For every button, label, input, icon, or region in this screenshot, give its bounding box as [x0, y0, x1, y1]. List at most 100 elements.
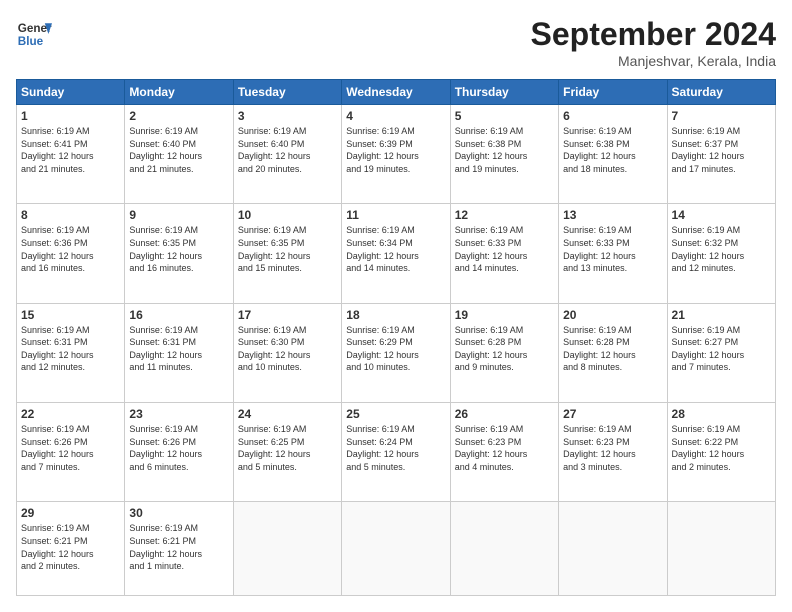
- calendar-cell: 22Sunrise: 6:19 AM Sunset: 6:26 PM Dayli…: [17, 403, 125, 502]
- day-number: 3: [238, 109, 337, 123]
- day-number: 9: [129, 208, 228, 222]
- day-number: 10: [238, 208, 337, 222]
- day-number: 20: [563, 308, 662, 322]
- svg-text:Blue: Blue: [18, 35, 44, 48]
- weekday-header: Thursday: [450, 80, 558, 105]
- weekday-header: Friday: [559, 80, 667, 105]
- calendar-cell: 28 Sunrise: 6:19 AM Sunset: 6:22 PM Dayli…: [667, 403, 775, 502]
- logo-icon: General Blue: [16, 16, 52, 52]
- calendar-cell: [450, 502, 558, 596]
- calendar-cell: 19 Sunrise: 6:19 AM Sunset: 6:28 PM Dayli…: [450, 303, 558, 402]
- day-number: 16: [129, 308, 228, 322]
- day-info: Sunrise: 6:19 AM Sunset: 6:37 PM Dayligh…: [672, 125, 771, 175]
- calendar-cell: 23 Sunrise: 6:19 AM Sunset: 6:26 PM Dayli…: [125, 403, 233, 502]
- day-info: Sunrise: 6:19 AM Sunset: 6:28 PM Dayligh…: [455, 324, 554, 374]
- day-number: 12: [455, 208, 554, 222]
- calendar-cell: 16 Sunrise: 6:19 AM Sunset: 6:31 PM Dayli…: [125, 303, 233, 402]
- month-title: September 2024: [531, 16, 776, 53]
- calendar-cell: 29 Sunrise: 6:19 AM Sunset: 6:21 PM Dayli…: [17, 502, 125, 596]
- day-info: Sunrise: 6:19 AM Sunset: 6:41 PM Dayligh…: [21, 125, 120, 175]
- day-info: Sunrise: 6:19 AM Sunset: 6:28 PM Dayligh…: [563, 324, 662, 374]
- calendar-cell: 9 Sunrise: 6:19 AM Sunset: 6:35 PM Daylig…: [125, 204, 233, 303]
- day-number: 18: [346, 308, 445, 322]
- day-info: Sunrise: 6:19 AM Sunset: 6:22 PM Dayligh…: [672, 423, 771, 473]
- day-info: Sunrise: 6:19 AM Sunset: 6:38 PM Dayligh…: [563, 125, 662, 175]
- calendar-cell: 11Sunrise: 6:19 AM Sunset: 6:34 PM Dayli…: [342, 204, 450, 303]
- day-info: Sunrise: 6:19 AM Sunset: 6:35 PM Dayligh…: [129, 224, 228, 274]
- calendar-cell: 30 Sunrise: 6:19 AM Sunset: 6:21 PM Dayli…: [125, 502, 233, 596]
- calendar-cell: 13 Sunrise: 6:19 AM Sunset: 6:33 PM Dayli…: [559, 204, 667, 303]
- day-info: Sunrise: 6:19 AM Sunset: 6:23 PM Dayligh…: [455, 423, 554, 473]
- day-info: Sunrise: 6:19 AM Sunset: 6:30 PM Dayligh…: [238, 324, 337, 374]
- day-number: 25: [346, 407, 445, 421]
- day-info: Sunrise: 6:19 AM Sunset: 6:40 PM Dayligh…: [129, 125, 228, 175]
- day-number: 30: [129, 506, 228, 520]
- weekday-header: Wednesday: [342, 80, 450, 105]
- day-number: 7: [672, 109, 771, 123]
- day-info: Sunrise: 6:19 AM Sunset: 6:38 PM Dayligh…: [455, 125, 554, 175]
- calendar-week-row: 29 Sunrise: 6:19 AM Sunset: 6:21 PM Dayli…: [17, 502, 776, 596]
- location-title: Manjeshvar, Kerala, India: [531, 53, 776, 69]
- calendar-cell: 17 Sunrise: 6:19 AM Sunset: 6:30 PM Dayli…: [233, 303, 341, 402]
- calendar-cell: 5Sunrise: 6:19 AM Sunset: 6:38 PM Daylig…: [450, 105, 558, 204]
- day-info: Sunrise: 6:19 AM Sunset: 6:31 PM Dayligh…: [21, 324, 120, 374]
- day-info: Sunrise: 6:19 AM Sunset: 6:27 PM Dayligh…: [672, 324, 771, 374]
- day-number: 13: [563, 208, 662, 222]
- day-number: 27: [563, 407, 662, 421]
- day-info: Sunrise: 6:19 AM Sunset: 6:39 PM Dayligh…: [346, 125, 445, 175]
- day-number: 2: [129, 109, 228, 123]
- day-info: Sunrise: 6:19 AM Sunset: 6:21 PM Dayligh…: [21, 522, 120, 572]
- header: General Blue September 2024 Manjeshvar, …: [16, 16, 776, 69]
- day-number: 26: [455, 407, 554, 421]
- calendar-week-row: 22Sunrise: 6:19 AM Sunset: 6:26 PM Dayli…: [17, 403, 776, 502]
- calendar-cell: 26 Sunrise: 6:19 AM Sunset: 6:23 PM Dayli…: [450, 403, 558, 502]
- weekday-header: Sunday: [17, 80, 125, 105]
- calendar-cell: 4Sunrise: 6:19 AM Sunset: 6:39 PM Daylig…: [342, 105, 450, 204]
- calendar-cell: 3Sunrise: 6:19 AM Sunset: 6:40 PM Daylig…: [233, 105, 341, 204]
- day-info: Sunrise: 6:19 AM Sunset: 6:24 PM Dayligh…: [346, 423, 445, 473]
- calendar-cell: 24Sunrise: 6:19 AM Sunset: 6:25 PM Dayli…: [233, 403, 341, 502]
- calendar-cell: 27 Sunrise: 6:19 AM Sunset: 6:23 PM Dayli…: [559, 403, 667, 502]
- weekday-header-row: SundayMondayTuesdayWednesdayThursdayFrid…: [17, 80, 776, 105]
- weekday-header: Tuesday: [233, 80, 341, 105]
- day-info: Sunrise: 6:19 AM Sunset: 6:31 PM Dayligh…: [129, 324, 228, 374]
- calendar-cell: [667, 502, 775, 596]
- day-number: 6: [563, 109, 662, 123]
- calendar-cell: 21Sunrise: 6:19 AM Sunset: 6:27 PM Dayli…: [667, 303, 775, 402]
- day-number: 28: [672, 407, 771, 421]
- logo: General Blue: [16, 16, 56, 52]
- day-info: Sunrise: 6:19 AM Sunset: 6:36 PM Dayligh…: [21, 224, 120, 274]
- calendar-cell: [233, 502, 341, 596]
- weekday-header: Monday: [125, 80, 233, 105]
- day-info: Sunrise: 6:19 AM Sunset: 6:32 PM Dayligh…: [672, 224, 771, 274]
- day-number: 19: [455, 308, 554, 322]
- calendar-cell: 25 Sunrise: 6:19 AM Sunset: 6:24 PM Dayli…: [342, 403, 450, 502]
- calendar-cell: [342, 502, 450, 596]
- day-info: Sunrise: 6:19 AM Sunset: 6:25 PM Dayligh…: [238, 423, 337, 473]
- day-info: Sunrise: 6:19 AM Sunset: 6:33 PM Dayligh…: [563, 224, 662, 274]
- day-info: Sunrise: 6:19 AM Sunset: 6:23 PM Dayligh…: [563, 423, 662, 473]
- calendar-week-row: 8Sunrise: 6:19 AM Sunset: 6:36 PM Daylig…: [17, 204, 776, 303]
- day-number: 1: [21, 109, 120, 123]
- calendar-cell: 20 Sunrise: 6:19 AM Sunset: 6:28 PM Dayli…: [559, 303, 667, 402]
- calendar-week-row: 1 Sunrise: 6:19 AM Sunset: 6:41 PM Daylig…: [17, 105, 776, 204]
- calendar-cell: 1 Sunrise: 6:19 AM Sunset: 6:41 PM Daylig…: [17, 105, 125, 204]
- calendar-week-row: 15 Sunrise: 6:19 AM Sunset: 6:31 PM Dayli…: [17, 303, 776, 402]
- day-info: Sunrise: 6:19 AM Sunset: 6:26 PM Dayligh…: [129, 423, 228, 473]
- calendar-cell: 7 Sunrise: 6:19 AM Sunset: 6:37 PM Daylig…: [667, 105, 775, 204]
- day-number: 15: [21, 308, 120, 322]
- day-number: 23: [129, 407, 228, 421]
- day-info: Sunrise: 6:19 AM Sunset: 6:35 PM Dayligh…: [238, 224, 337, 274]
- calendar-cell: 2 Sunrise: 6:19 AM Sunset: 6:40 PM Daylig…: [125, 105, 233, 204]
- calendar-cell: 12Sunrise: 6:19 AM Sunset: 6:33 PM Dayli…: [450, 204, 558, 303]
- day-number: 11: [346, 208, 445, 222]
- day-info: Sunrise: 6:19 AM Sunset: 6:21 PM Dayligh…: [129, 522, 228, 572]
- day-info: Sunrise: 6:19 AM Sunset: 6:29 PM Dayligh…: [346, 324, 445, 374]
- calendar-cell: [559, 502, 667, 596]
- day-number: 14: [672, 208, 771, 222]
- calendar-cell: 8Sunrise: 6:19 AM Sunset: 6:36 PM Daylig…: [17, 204, 125, 303]
- day-number: 29: [21, 506, 120, 520]
- weekday-header: Saturday: [667, 80, 775, 105]
- day-number: 17: [238, 308, 337, 322]
- calendar-table: SundayMondayTuesdayWednesdayThursdayFrid…: [16, 79, 776, 596]
